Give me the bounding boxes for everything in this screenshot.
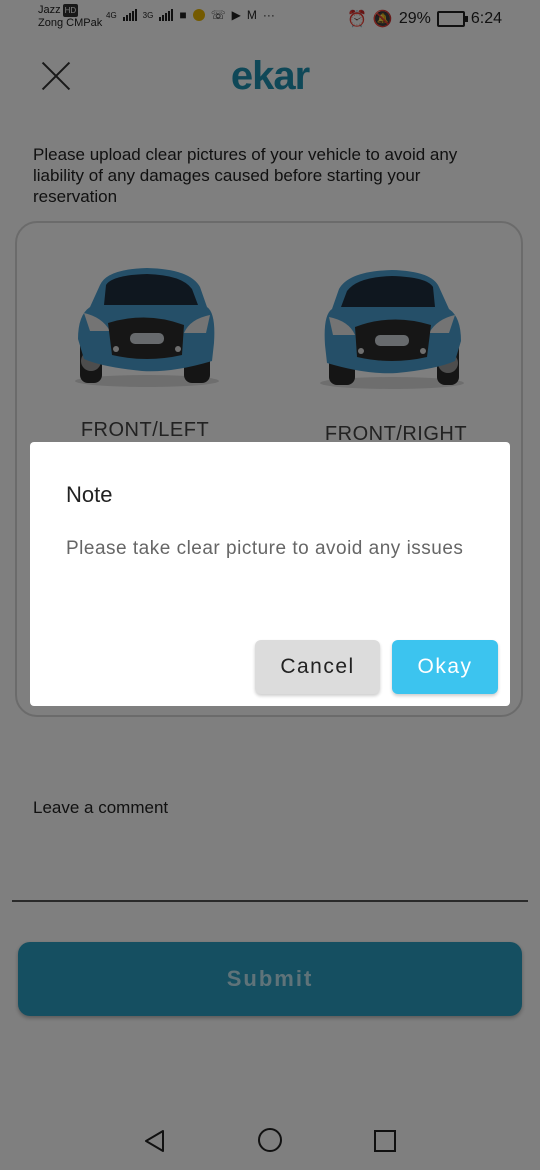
dialog-title: Note [66,482,113,507]
note-dialog: Note Please take clear picture to avoid … [30,442,510,706]
cancel-button[interactable]: Cancel [255,640,380,694]
okay-button[interactable]: Okay [392,640,498,694]
dialog-message: Please take clear picture to avoid any i… [66,538,464,559]
